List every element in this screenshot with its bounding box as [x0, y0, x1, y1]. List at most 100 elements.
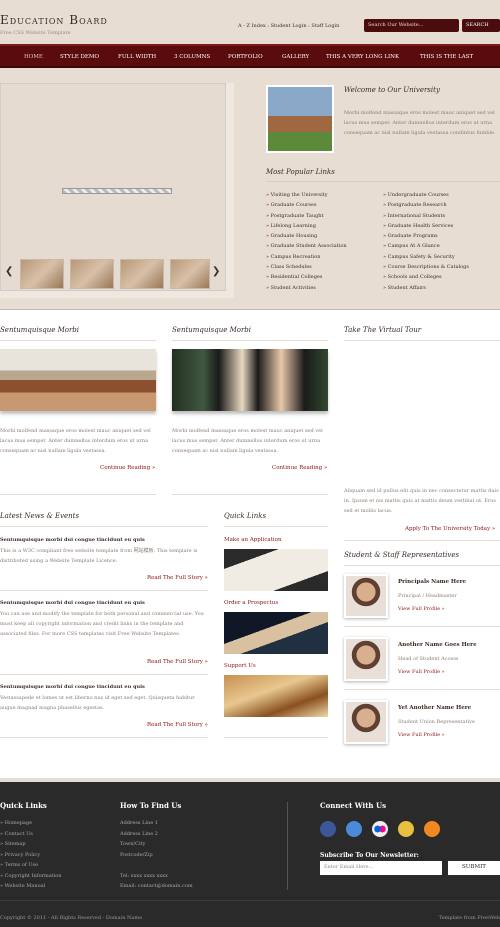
support-image[interactable] — [224, 675, 328, 717]
list-item[interactable]: Class Schedules — [266, 264, 347, 274]
divider — [344, 565, 500, 566]
footer-link[interactable]: » Homepage — [0, 820, 62, 831]
list-item[interactable]: Schools and Colleges — [383, 274, 469, 284]
search-button[interactable]: Search — [462, 19, 500, 32]
list-item[interactable]: Graduate Student Association — [266, 243, 347, 253]
divider — [0, 494, 156, 495]
university-image — [266, 85, 334, 153]
list-item[interactable]: International Students — [383, 213, 469, 223]
list-item[interactable]: Graduate Housing — [266, 233, 347, 243]
nav-home[interactable]: Home — [24, 54, 43, 60]
avatar — [344, 700, 388, 744]
view-profile-link[interactable]: View Full Profile » — [398, 732, 445, 738]
page: Education Board Free CSS Website Templat… — [0, 0, 500, 927]
view-profile-link[interactable]: View Full Profile » — [398, 606, 445, 612]
view-profile-link[interactable]: View Full Profile » — [398, 669, 445, 675]
footer-link[interactable]: » Terms of Use — [0, 862, 62, 873]
list-item[interactable]: Visiting the University — [266, 192, 347, 202]
newsletter-submit-button[interactable]: Submit — [448, 861, 500, 875]
read-more-link[interactable]: Read The Full Story » — [147, 722, 208, 728]
read-more-link[interactable]: Read The Full Story » — [147, 659, 208, 665]
address-line: Address Line 1 — [120, 820, 158, 826]
template-credit[interactable]: Template from FreeWeb — [439, 915, 500, 921]
virtual-tour-title: Take The Virtual Tour — [344, 326, 422, 334]
header: Education Board Free CSS Website Templat… — [0, 0, 500, 44]
nav-style-demo[interactable]: Style Demo — [60, 54, 99, 60]
facebook-icon[interactable] — [320, 821, 336, 837]
news-headline[interactable]: Sentumquisque morbi dui congue tincidunt… — [0, 600, 145, 606]
application-image[interactable] — [224, 549, 328, 591]
divider — [0, 737, 208, 738]
apply-link[interactable]: Apply To The University Today » — [405, 526, 495, 532]
list-item[interactable]: Residential Colleges — [266, 274, 347, 284]
welcome-text: Morbi molfend massaque eros molest mauc … — [344, 110, 496, 136]
nav-full-width[interactable]: Full Width — [118, 54, 156, 60]
divider — [287, 802, 288, 890]
footer-link[interactable]: » Copyright Information — [0, 873, 62, 884]
footer-link[interactable]: » Sitemap — [0, 841, 62, 852]
classroom-image — [0, 349, 156, 411]
list-item[interactable]: Graduate Health Services — [383, 223, 469, 233]
nav-long-link[interactable]: This a very long link — [326, 54, 399, 60]
quick-link-label[interactable]: Order a Prospectus — [224, 600, 278, 606]
news-headline[interactable]: Sentumquisque morbi dui congue tincidunt… — [0, 684, 145, 690]
list-item[interactable]: Campus Safety & Security — [383, 254, 469, 264]
column-1-text: Morbi molfend massaque eros molest mauc … — [0, 428, 151, 454]
nav-portfolio[interactable]: Portfolio — [228, 54, 263, 60]
list-item[interactable]: Lifelong Learning — [266, 223, 347, 233]
quick-link-label[interactable]: Support Us — [224, 663, 256, 669]
rss-icon[interactable] — [424, 821, 440, 837]
slider-thumb[interactable] — [70, 259, 114, 289]
footer-link[interactable]: » Privacy Policy — [0, 852, 62, 863]
flickr-icon[interactable] — [372, 821, 388, 837]
list-item[interactable]: Postgraduate Research — [383, 202, 469, 212]
list-item[interactable]: Student Affairs — [383, 285, 469, 295]
footer-quick-links: » Homepage » Contact Us » Sitemap » Priv… — [0, 820, 62, 894]
rep-role: Head of Student Access — [398, 656, 459, 662]
nav-last[interactable]: This is the last — [420, 54, 473, 60]
list-item[interactable]: Campus At A Glance — [383, 243, 469, 253]
read-more-link[interactable]: Read The Full Story » — [147, 575, 208, 581]
news-text: Vestassapede et lomes ut est liberno nus… — [0, 695, 195, 711]
copyright: Copyright © 2011 - All Rights Reserved -… — [0, 915, 143, 921]
search-input[interactable]: Search Our Website... — [364, 19, 459, 32]
list-item[interactable]: Student Activities — [266, 285, 347, 295]
chevron-right-icon[interactable]: ❯ — [212, 266, 220, 277]
footer: Quick Links » Homepage » Contact Us » Si… — [0, 778, 500, 927]
news-headline[interactable]: Sentumquisque morbi dui congue tincidunt… — [0, 537, 145, 543]
newsletter-email-input[interactable]: Enter Email Here... — [320, 861, 442, 875]
divider — [344, 626, 500, 627]
footer-link[interactable]: » Website Manual — [0, 883, 62, 894]
list-item[interactable]: Campus Recreation — [266, 254, 347, 264]
horizontal-scrollbar[interactable] — [0, 290, 226, 298]
feature-area: ❮ ❯ Welcome to Our University Morbi molf… — [0, 68, 500, 310]
avatar — [344, 637, 388, 681]
welcome-title: Welcome to Our University — [344, 86, 440, 94]
nav-3-columns[interactable]: 3 Columns — [174, 54, 210, 60]
nav-gallery[interactable]: Gallery — [282, 54, 309, 60]
email-line[interactable]: Email: contact@domain.com — [120, 883, 193, 894]
continue-reading-link[interactable]: Continue Reading » — [100, 465, 155, 471]
slider-thumb[interactable] — [120, 259, 164, 289]
rep-name: Yet Another Name Here — [398, 705, 472, 711]
list-item[interactable]: Graduate Courses — [266, 202, 347, 212]
continue-reading-link[interactable]: Continue Reading » — [272, 465, 327, 471]
divider — [0, 340, 156, 341]
slider-thumb[interactable] — [170, 259, 210, 289]
popular-links-left: Visiting the University Graduate Courses… — [266, 192, 347, 295]
chevron-left-icon[interactable]: ❮ — [5, 266, 13, 277]
twitter-icon[interactable] — [346, 821, 362, 837]
list-item[interactable]: Undergraduate Courses — [383, 192, 469, 202]
stumbleupon-icon[interactable] — [398, 821, 414, 837]
divider — [172, 494, 328, 495]
quick-link-label[interactable]: Make an Application — [224, 537, 282, 543]
list-item[interactable]: Course Descriptions & Catalogs — [383, 264, 469, 274]
list-item[interactable]: Graduate Programs — [383, 233, 469, 243]
footer-link[interactable]: » Contact Us — [0, 831, 62, 842]
list-item[interactable]: Postgraduate Taught — [266, 213, 347, 223]
slider-thumb[interactable] — [20, 259, 64, 289]
top-links[interactable]: A - Z Index : Student Login : Staff Logi… — [238, 23, 339, 29]
vertical-scrollbar[interactable] — [225, 83, 234, 298]
prospectus-image[interactable] — [224, 612, 328, 654]
site-logo[interactable]: Education Board — [0, 13, 108, 27]
